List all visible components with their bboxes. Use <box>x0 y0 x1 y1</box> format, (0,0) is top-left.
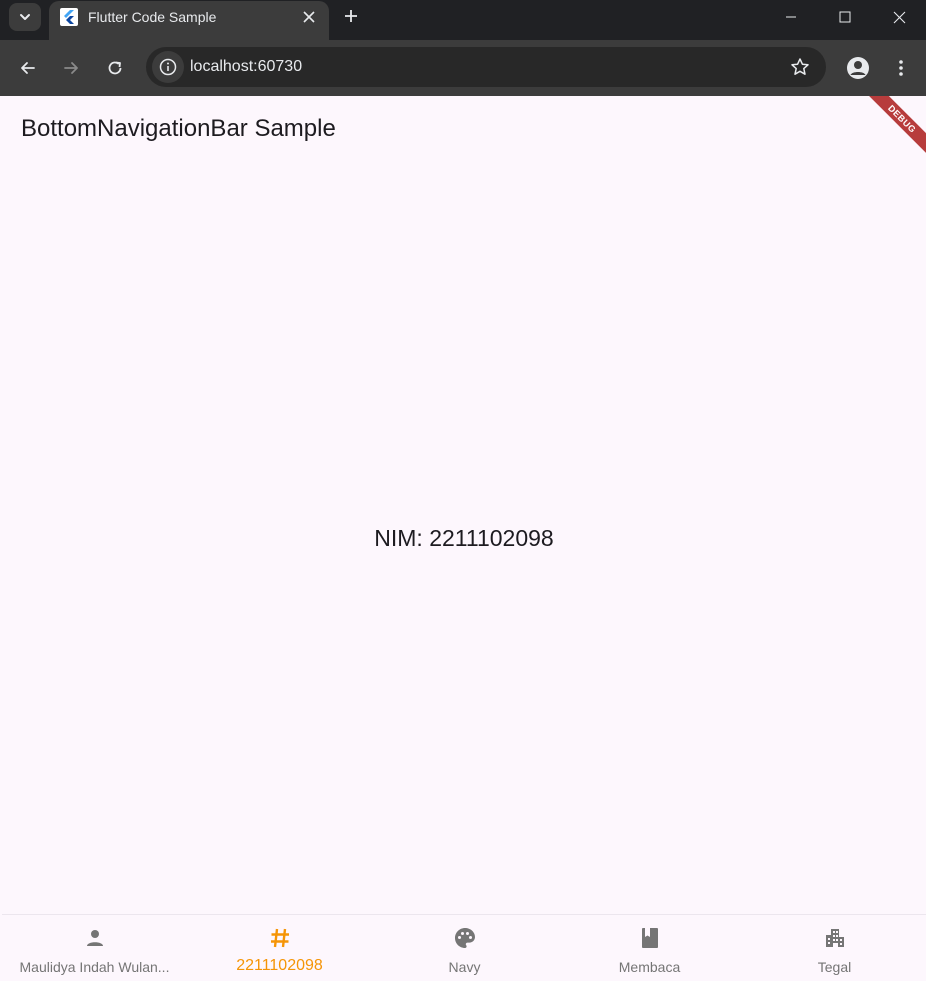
app-bar-title: BottomNavigationBar Sample <box>21 115 336 142</box>
arrow-left-icon <box>21 62 35 74</box>
browser-tabstrip: Flutter Code Sample <box>0 0 926 41</box>
plus-icon <box>345 10 357 22</box>
profile-icon <box>847 57 869 79</box>
nav-item-city[interactable]: Tegal <box>742 915 926 981</box>
hashtag-icon <box>268 926 292 950</box>
debug-banner: DEBUG <box>864 96 926 157</box>
forward-button[interactable] <box>55 52 87 84</box>
reload-icon <box>108 61 122 75</box>
flutter-favicon-icon <box>60 8 78 26</box>
site-info-button[interactable] <box>152 51 184 83</box>
minimize-button[interactable] <box>764 0 818 34</box>
close-window-button[interactable] <box>872 0 926 34</box>
close-icon <box>303 11 315 23</box>
body-text: NIM: 2211102098 <box>374 525 554 551</box>
star-icon <box>791 58 809 75</box>
nav-item-color[interactable]: Navy <box>372 915 557 981</box>
nav-label: Maulidya Indah Wulan... <box>19 959 170 975</box>
nav-item-nim[interactable]: 2211102098 <box>187 915 372 981</box>
nav-item-hobby[interactable]: Membaca <box>557 915 742 981</box>
tab-search-button[interactable] <box>9 3 41 31</box>
nav-label: Membaca <box>618 959 681 975</box>
arrow-right-icon <box>64 62 78 74</box>
person-icon <box>83 926 107 950</box>
profile-button[interactable] <box>842 52 874 84</box>
flutter-app: BottomNavigationBar Sample DEBUG NIM: 22… <box>2 96 926 981</box>
info-icon <box>159 58 177 76</box>
nav-label: Tegal <box>817 959 852 975</box>
chevron-down-icon <box>20 14 30 20</box>
browser-toolbar: localhost:60730 <box>0 40 926 96</box>
palette-icon <box>453 926 477 950</box>
minimize-icon <box>786 16 796 18</box>
url-text: localhost:60730 <box>190 58 303 75</box>
reload-button[interactable] <box>99 52 131 84</box>
nav-item-name[interactable]: Maulidya Indah Wulan... <box>2 915 187 981</box>
nav-label: 2211102098 <box>236 957 323 974</box>
maximize-button[interactable] <box>818 0 872 34</box>
bottom-navigation-bar: Maulidya Indah Wulan... 2211102098 Navy … <box>2 914 926 981</box>
menu-button[interactable] <box>885 52 917 84</box>
maximize-icon <box>839 11 851 23</box>
tab-title: Flutter Code Sample <box>88 9 217 25</box>
city-icon <box>823 926 847 950</box>
bookmark-button[interactable] <box>788 55 812 79</box>
more-vertical-icon <box>899 60 903 76</box>
nav-label: Navy <box>448 959 481 975</box>
browser-tab[interactable]: Flutter Code Sample <box>49 1 329 41</box>
new-tab-button[interactable] <box>339 4 363 28</box>
address-bar[interactable]: localhost:60730 <box>146 47 826 87</box>
close-window-icon <box>893 11 905 23</box>
tab-close-button[interactable] <box>299 7 319 27</box>
back-button[interactable] <box>12 52 44 84</box>
book-icon <box>638 926 662 950</box>
